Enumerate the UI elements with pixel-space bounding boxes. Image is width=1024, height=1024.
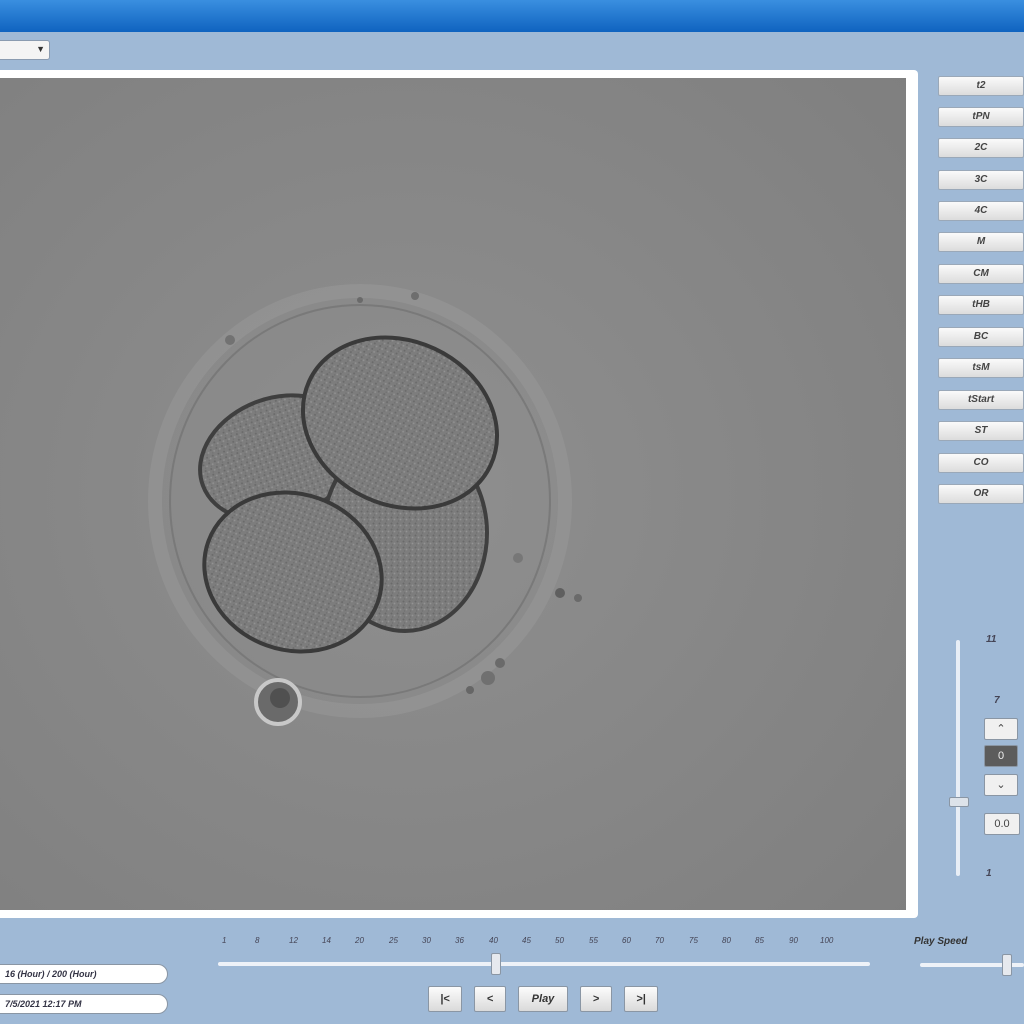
annotation-button-3c[interactable]: 3C (938, 170, 1024, 190)
play-speed-label: Play Speed (914, 936, 968, 947)
focal-value-display: 0 (984, 745, 1018, 767)
tick-label: 100 (820, 936, 834, 945)
chevron-down-icon: ⌄ (996, 779, 1006, 791)
annotation-button-cm[interactable]: CM (938, 264, 1024, 284)
timeline-slider[interactable] (218, 962, 870, 966)
focal-mid-label: 7 (994, 695, 1000, 706)
window-titlebar (0, 0, 1024, 32)
tick-label: 85 (755, 936, 764, 945)
focal-plane-slider-thumb[interactable] (949, 797, 969, 807)
chevron-down-icon: ▼ (36, 44, 45, 54)
tick-label: 14 (322, 936, 331, 945)
tick-label: 80 (722, 936, 731, 945)
play-button[interactable]: Play (518, 986, 568, 1012)
prev-frame-button[interactable]: < (474, 986, 506, 1012)
chevron-up-icon: ⌃ (996, 723, 1006, 735)
annotation-button-bc[interactable]: BC (938, 327, 1024, 347)
next-frame-button[interactable]: > (580, 986, 612, 1012)
focal-up-button[interactable]: ⌃ (984, 718, 1018, 740)
embryo-select-dropdown[interactable]: ▼ (0, 40, 50, 60)
focal-down-button[interactable]: ⌄ (984, 774, 1018, 796)
tick-label: 25 (389, 936, 398, 945)
tick-label: 20 (355, 936, 364, 945)
tick-label: 55 (589, 936, 598, 945)
annotation-button-tsm[interactable]: tsM (938, 358, 1024, 378)
tick-label: 70 (655, 936, 664, 945)
annotation-button-or[interactable]: OR (938, 484, 1024, 504)
tick-label: 90 (789, 936, 798, 945)
annotation-button-2c[interactable]: 2C (938, 138, 1024, 158)
tick-label: 50 (555, 936, 564, 945)
annotation-button-thb[interactable]: tHB (938, 295, 1024, 315)
annotation-button-4c[interactable]: 4C (938, 201, 1024, 221)
focal-max-label: 11 (986, 634, 997, 645)
tick-label: 75 (689, 936, 698, 945)
timeline-slider-thumb[interactable] (491, 953, 501, 975)
last-frame-button[interactable]: >| (624, 986, 658, 1012)
capture-datetime-display: 7/5/2021 12:17 PM (0, 994, 168, 1014)
timeline-tick-labels: 1 8 12 14 20 25 30 36 40 45 50 55 60 70 … (212, 936, 852, 948)
embryo-microscopy-image (0, 78, 906, 910)
tick-label: 30 (422, 936, 431, 945)
annotation-button-t2[interactable]: t2 (938, 76, 1024, 96)
focal-plane-slider[interactable] (956, 640, 960, 876)
annotation-button-tstart[interactable]: tStart (938, 390, 1024, 410)
embryo-image (0, 78, 906, 910)
tick-label: 45 (522, 936, 531, 945)
focal-reset-button[interactable]: 0.0 (984, 813, 1020, 835)
tick-label: 40 (489, 936, 498, 945)
tick-label: 1 (222, 936, 227, 945)
frame-time-display: 16 (Hour) / 200 (Hour) (0, 964, 168, 984)
tick-label: 12 (289, 936, 298, 945)
tick-label: 60 (622, 936, 631, 945)
annotation-button-tpn[interactable]: tPN (938, 107, 1024, 127)
annotation-button-st[interactable]: ST (938, 421, 1024, 441)
image-viewer (0, 70, 918, 918)
first-frame-button[interactable]: |< (428, 986, 462, 1012)
play-speed-slider-thumb[interactable] (1002, 954, 1012, 976)
tick-label: 36 (455, 936, 464, 945)
tick-label: 8 (255, 936, 260, 945)
annotation-button-co[interactable]: CO (938, 453, 1024, 473)
focal-min-label: 1 (986, 868, 992, 879)
annotation-button-m[interactable]: M (938, 232, 1024, 252)
